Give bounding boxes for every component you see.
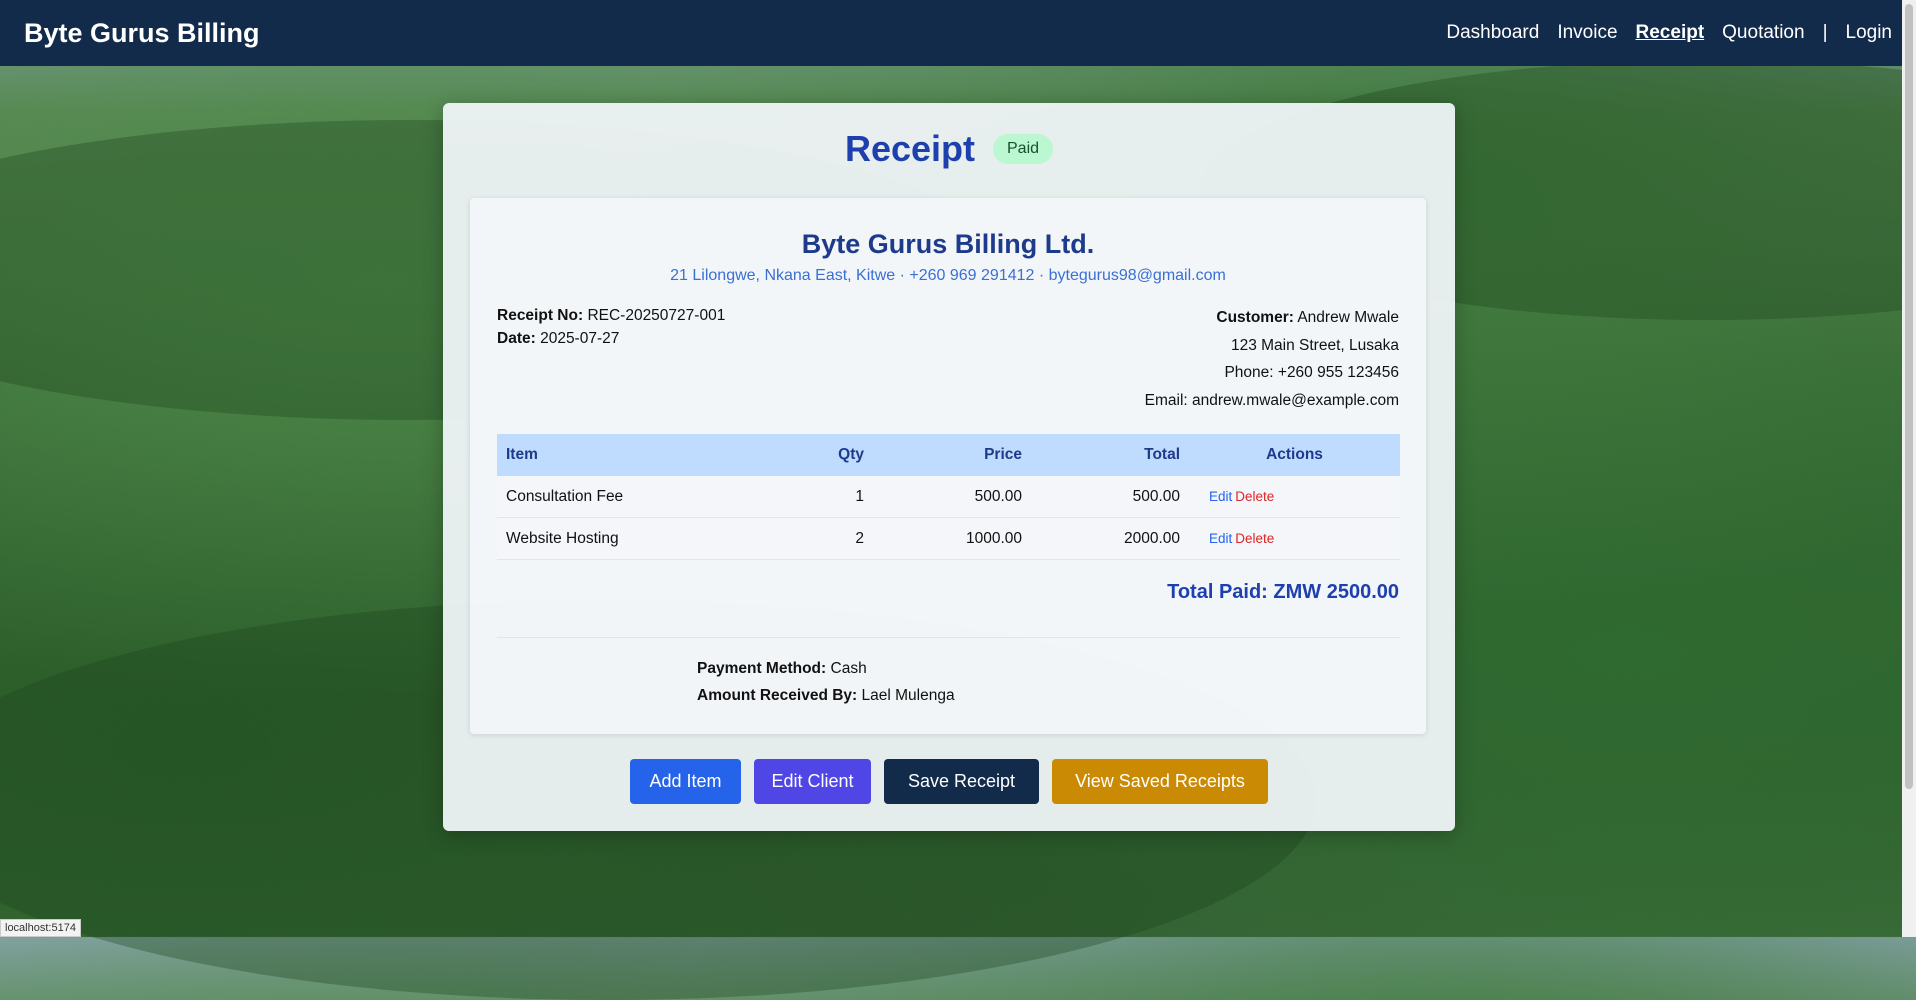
nav-quotation[interactable]: Quotation: [1722, 22, 1804, 44]
received-by-label: Amount Received By:: [697, 687, 858, 704]
header-price: Price: [873, 434, 1031, 476]
header-item: Item: [497, 434, 765, 476]
cell-total: 2000.00: [1031, 517, 1189, 560]
table-row: Website Hosting 2 1000.00 2000.00 Edit De…: [497, 517, 1400, 560]
table-row: Consultation Fee 1 500.00 500.00 Edit Del…: [497, 476, 1400, 518]
nav-links: Dashboard Invoice Receipt Quotation | Lo…: [1446, 22, 1892, 44]
nav-invoice[interactable]: Invoice: [1557, 22, 1617, 44]
header-total: Total: [1031, 434, 1189, 476]
total-paid: Total Paid: ZMW 2500.00: [1167, 581, 1399, 603]
nav-receipt[interactable]: Receipt: [1636, 22, 1705, 44]
customer-phone: Phone: +260 955 123456: [1224, 364, 1399, 381]
action-buttons: Add Item Edit Client Save Receipt View S…: [443, 759, 1455, 804]
customer-address: 123 Main Street, Lusaka: [1230, 336, 1399, 354]
nav-separator: |: [1822, 22, 1828, 43]
receipt-meta: Receipt No: REC-20250727-001 Date: 2025-…: [497, 304, 725, 350]
divider: [497, 637, 1400, 638]
received-by: Lael Mulenga: [861, 687, 955, 704]
edit-client-button[interactable]: Edit Client: [754, 759, 871, 804]
table-header-row: Item Qty Price Total Actions: [497, 434, 1400, 476]
page-scrollbar[interactable]: [1902, 0, 1916, 937]
edit-link[interactable]: Edit: [1209, 489, 1232, 504]
header-actions: Actions: [1189, 434, 1400, 476]
cell-item: Consultation Fee: [497, 476, 765, 518]
status-badge: Paid: [993, 134, 1054, 164]
delete-link[interactable]: Delete: [1235, 489, 1274, 504]
customer-name: Andrew Mwale: [1297, 309, 1399, 326]
nav-login[interactable]: Login: [1846, 22, 1893, 44]
title-row: Receipt Paid: [443, 128, 1455, 170]
customer-label: Customer:: [1216, 309, 1294, 326]
receipt-date: 2025-07-27: [540, 330, 620, 347]
payment-method: Cash: [830, 660, 867, 677]
cell-qty: 2: [765, 517, 873, 560]
customer-info: Customer: Andrew Mwale 123 Main Street, …: [1145, 304, 1399, 414]
cell-price: 1000.00: [873, 517, 1031, 560]
delete-link[interactable]: Delete: [1235, 531, 1274, 546]
payment-method-label: Payment Method:: [697, 660, 827, 677]
receipt-no-label: Receipt No:: [497, 307, 584, 324]
cell-price: 500.00: [873, 476, 1031, 518]
receipt-no: REC-20250727-001: [587, 307, 726, 324]
customer-email: Email: andrew.mwale@example.com: [1144, 391, 1399, 409]
brand-logo[interactable]: Byte Gurus Billing: [24, 18, 260, 49]
cell-qty: 1: [765, 476, 873, 518]
cell-actions: Edit Delete: [1189, 517, 1400, 560]
edit-link[interactable]: Edit: [1209, 531, 1232, 546]
status-bar-url: localhost:5174: [0, 919, 81, 937]
company-name: Byte Gurus Billing Ltd.: [801, 229, 1095, 259]
receipt-document: Byte Gurus Billing Ltd. 21 Lilongwe, Nka…: [470, 198, 1426, 734]
cell-total: 500.00: [1031, 476, 1189, 518]
save-receipt-button[interactable]: Save Receipt: [884, 759, 1039, 804]
top-navbar: Byte Gurus Billing Dashboard Invoice Rec…: [0, 0, 1916, 66]
company-info: 21 Lilongwe, Nkana East, Kitwe · +260 96…: [670, 267, 1226, 284]
nav-dashboard[interactable]: Dashboard: [1446, 22, 1539, 44]
cell-item: Website Hosting: [497, 517, 765, 560]
page-title: Receipt: [844, 128, 975, 169]
header-qty: Qty: [765, 434, 873, 476]
add-item-button[interactable]: Add Item: [630, 759, 741, 804]
scrollbar-thumb[interactable]: [1905, 4, 1913, 789]
date-label: Date:: [497, 330, 536, 347]
cell-actions: Edit Delete: [1189, 476, 1400, 518]
receipt-card: Receipt Paid Byte Gurus Billing Ltd. 21 …: [443, 103, 1455, 831]
items-table: Item Qty Price Total Actions Consultatio…: [497, 434, 1400, 560]
payment-info: Payment Method: Cash Amount Received By:…: [697, 655, 955, 709]
view-saved-receipts-button[interactable]: View Saved Receipts: [1052, 759, 1268, 804]
